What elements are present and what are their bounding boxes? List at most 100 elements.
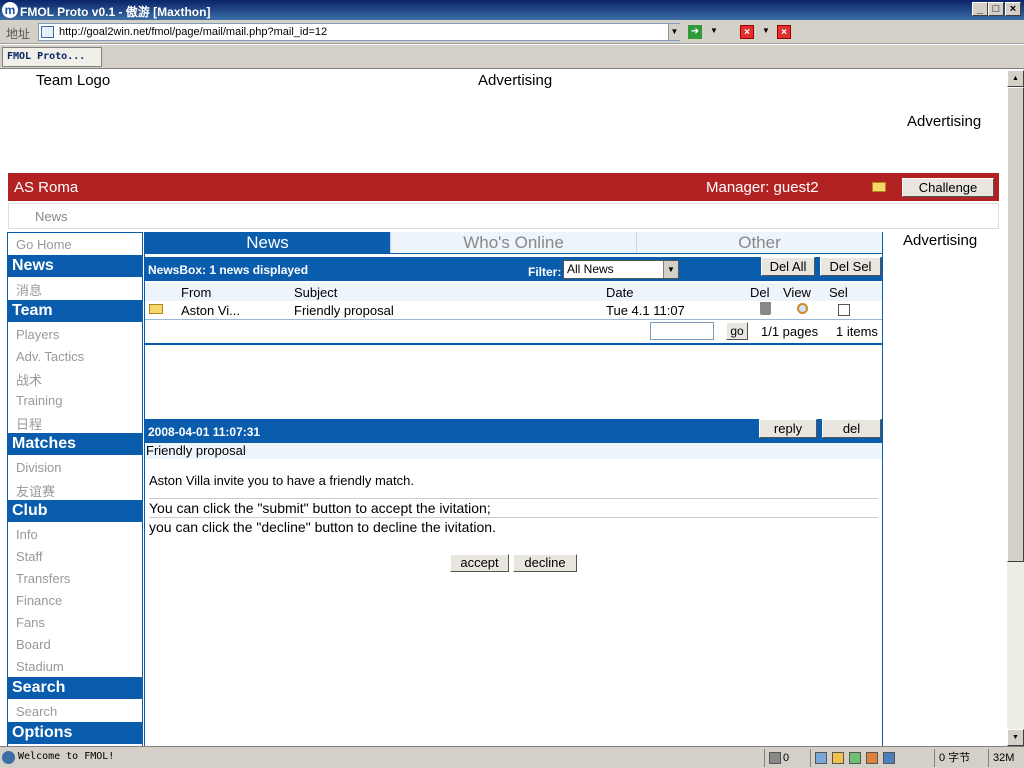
envelope-icon xyxy=(149,304,163,314)
menu-section-matches[interactable]: Matches xyxy=(8,433,142,455)
filter-select[interactable]: All News ▼ xyxy=(563,260,679,279)
popup-blocker-icon[interactable] xyxy=(832,752,845,764)
close-dropdown-icon[interactable]: ▼ xyxy=(762,26,770,35)
menu-item-info[interactable]: Info xyxy=(16,527,38,542)
items-count: 1 items xyxy=(836,324,878,339)
menu-item-training[interactable]: Training xyxy=(16,393,62,408)
row-from[interactable]: Aston Vi... xyxy=(181,303,240,318)
select-checkbox[interactable] xyxy=(838,304,850,316)
close-all-icon[interactable]: × xyxy=(777,25,791,39)
tab-news[interactable]: News xyxy=(145,232,390,253)
menu-go-home[interactable]: Go Home xyxy=(16,237,72,252)
toolbar-icons xyxy=(810,749,930,767)
scroll-thumb[interactable] xyxy=(1007,87,1024,562)
menu-item-friendly[interactable]: 友谊赛 xyxy=(16,481,55,500)
decline-button[interactable]: decline xyxy=(513,554,577,572)
refresh-icon[interactable] xyxy=(849,752,862,764)
menu-item-division[interactable]: Division xyxy=(16,460,62,475)
message-body-line-2: You can click the "submit" button to acc… xyxy=(149,500,491,516)
chevron-down-icon[interactable]: ▼ xyxy=(663,261,678,278)
table-row[interactable]: Aston Vi... Friendly proposal Tue 4.1 11… xyxy=(145,301,882,319)
bytes-status: 0 字节 xyxy=(934,749,986,767)
menu-item-stadium[interactable]: Stadium xyxy=(16,659,64,674)
status-message: Welcome to FMOL! xyxy=(18,751,115,762)
go-dropdown-icon[interactable]: ▼ xyxy=(710,26,718,35)
trash-icon[interactable] xyxy=(760,302,771,315)
window-titlebar: m FMOL Proto v0.1 - 傲游 [Maxthon] _ □ × xyxy=(0,0,1024,20)
column-sel: Sel xyxy=(829,285,848,300)
page-viewport: Team Logo Advertising Advertising AS Rom… xyxy=(0,70,1007,746)
newsbox-header: NewsBox: 1 news displayed Filter: All Ne… xyxy=(145,257,882,281)
content-tabs: News Who's Online Other xyxy=(145,232,882,254)
tab-other[interactable]: Other xyxy=(636,232,882,253)
column-subject: Subject xyxy=(294,285,338,300)
message-body-line-3: you can click the "decline" button to de… xyxy=(149,519,496,535)
menu-item-board[interactable]: Board xyxy=(16,637,51,652)
status-bar: Welcome to FMOL! 0 0 字节 32M xyxy=(0,746,1024,768)
browser-tab-fmol[interactable]: FMOL Proto... xyxy=(2,47,102,67)
menu-item-schedule[interactable]: 日程 xyxy=(16,414,42,433)
window-title: FMOL Proto v0.1 - 傲游 [Maxthon] xyxy=(20,5,211,19)
message-subject: Friendly proposal xyxy=(145,443,882,459)
menu-item-staff[interactable]: Staff xyxy=(16,549,43,564)
minimize-button[interactable]: _ xyxy=(972,2,988,16)
breadcrumb-news[interactable]: News xyxy=(35,209,68,224)
row-subject[interactable]: Friendly proposal xyxy=(294,303,394,318)
scroll-down-icon[interactable]: ▼ xyxy=(1007,729,1024,746)
page-number-input[interactable] xyxy=(650,322,714,340)
menu-section-search[interactable]: Search xyxy=(8,677,142,699)
del-sel-button[interactable]: Del Sel xyxy=(820,257,881,276)
del-all-button[interactable]: Del All xyxy=(761,257,815,276)
go-button[interactable]: go xyxy=(726,322,748,340)
challenge-button[interactable]: Challenge xyxy=(902,178,994,197)
address-bar: 地址 http://goal2win.net/fmol/page/mail/ma… xyxy=(0,20,1024,44)
url-dropdown-icon[interactable]: ▼ xyxy=(668,24,680,40)
club-header-bar: AS Roma Manager: guest2 Challenge xyxy=(8,173,999,201)
advertising-top: Advertising xyxy=(478,72,553,89)
magnifier-icon[interactable] xyxy=(797,303,808,314)
network-icon[interactable] xyxy=(815,752,827,764)
message-datetime: 2008-04-01 11:07:31 xyxy=(148,425,261,439)
delete-message-button[interactable]: del xyxy=(822,419,881,438)
column-del: Del xyxy=(750,285,770,300)
message-divider xyxy=(149,498,878,499)
accept-button[interactable]: accept xyxy=(450,554,509,572)
tab-whos-online[interactable]: Who's Online xyxy=(390,232,636,253)
trash-status[interactable]: 0 xyxy=(764,749,810,767)
reply-button[interactable]: reply xyxy=(759,419,817,438)
menu-item-adv-tactics[interactable]: Adv. Tactics xyxy=(16,349,84,364)
close-button[interactable]: × xyxy=(1005,2,1021,16)
column-date: Date xyxy=(606,285,634,300)
maximize-button[interactable]: □ xyxy=(988,2,1004,16)
menu-item-transfers[interactable]: Transfers xyxy=(16,571,70,586)
address-label: 地址 xyxy=(6,27,31,41)
browser-tab-strip: FMOL Proto... xyxy=(0,45,1024,69)
team-logo: Team Logo xyxy=(36,72,111,89)
window-icon[interactable] xyxy=(883,752,896,764)
scroll-up-icon[interactable]: ▲ xyxy=(1007,70,1024,87)
url-input[interactable]: http://goal2win.net/fmol/page/mail/mail.… xyxy=(38,23,680,41)
menu-section-team[interactable]: Team xyxy=(8,300,142,322)
menu-item-news-messages[interactable]: 消息 xyxy=(16,280,42,299)
pages-count: 1/1 pages xyxy=(761,324,819,339)
breadcrumb-bar: News xyxy=(8,203,999,229)
trash-count: 0 xyxy=(783,752,790,764)
close-tab-icon[interactable]: × xyxy=(740,25,754,39)
menu-section-news[interactable]: News xyxy=(8,255,142,277)
left-menu: Go Home News 消息 Team Players Adv. Tactic… xyxy=(7,232,143,746)
vertical-scrollbar[interactable]: ▲ ▼ xyxy=(1007,70,1024,746)
menu-section-club[interactable]: Club xyxy=(8,500,142,522)
settings-icon[interactable] xyxy=(866,752,879,764)
menu-item-players[interactable]: Players xyxy=(16,327,59,342)
menu-item-fans[interactable]: Fans xyxy=(16,615,45,630)
menu-item-finance[interactable]: Finance xyxy=(16,593,62,608)
filter-selected-value: All News xyxy=(567,262,614,276)
manager-name: Manager: guest2 xyxy=(706,179,819,196)
menu-section-options[interactable]: Options xyxy=(8,722,142,744)
news-table-header: From Subject Date Del View Sel xyxy=(145,283,882,301)
menu-item-tactics[interactable]: 战术 xyxy=(16,370,42,389)
go-arrow-icon[interactable]: ➜ xyxy=(688,25,702,39)
maxthon-app-icon[interactable]: m xyxy=(2,2,18,18)
menu-item-search[interactable]: Search xyxy=(16,704,57,719)
mail-icon[interactable] xyxy=(872,182,886,192)
